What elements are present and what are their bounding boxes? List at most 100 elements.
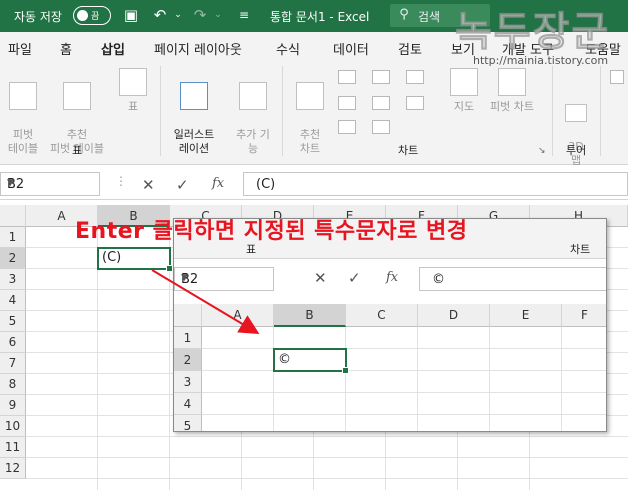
row-header-2[interactable]: 2 (0, 248, 26, 269)
pivot-table-button[interactable]: 피벗 테이블 (3, 68, 43, 156)
column-chart-icon[interactable] (338, 70, 356, 84)
tab-review[interactable]: 검토 (398, 39, 422, 58)
search-placeholder: 검색 (418, 10, 441, 24)
row-header-4[interactable]: 4 (0, 290, 26, 311)
inset-group-label-charts: 차트 (570, 243, 591, 256)
recommended-pivot-icon (63, 82, 91, 110)
inset-cell-b2[interactable]: © (273, 348, 349, 374)
cell-b2-value: (C) (102, 250, 122, 265)
dialog-launcher-icon[interactable]: ↘ (538, 146, 546, 156)
line-chart-icon[interactable] (338, 96, 356, 110)
row-header-1[interactable]: 1 (0, 227, 26, 248)
tab-data[interactable]: 데이터 (333, 39, 369, 58)
3d-map-icon (565, 104, 587, 122)
group-label-tours: 투어 (566, 144, 587, 157)
search-icon: ⚲ (399, 7, 409, 22)
tab-insert[interactable]: 삽입 (101, 39, 125, 64)
document-title: 통합 문서1 - Excel (270, 10, 370, 24)
inset-column-header-c[interactable]: C (346, 304, 418, 327)
inset-row-header-1[interactable]: 1 (174, 327, 202, 349)
formula-input[interactable]: (C) (243, 172, 628, 196)
tab-home[interactable]: 홈 (60, 39, 72, 58)
scatter-chart-icon[interactable] (406, 70, 424, 84)
ribbon-separator (282, 66, 283, 156)
row-header-11[interactable]: 11 (0, 437, 26, 458)
table-label: 표 (127, 100, 139, 113)
ribbon-separator (600, 66, 601, 156)
redo-dropdown-icon[interactable]: ⌄ (210, 7, 226, 23)
inset-enter-check-icon[interactable]: ✓ (348, 269, 361, 287)
inset-grid: A B C D E F 1 2 3 4 5 © (174, 304, 606, 431)
pie-chart-icon[interactable] (338, 120, 356, 134)
table-icon (119, 68, 147, 96)
watermark: 녹두장군 http://mainia.tistory.com (454, 2, 625, 77)
autosave-state: 끔 (91, 12, 100, 22)
inset-column-header-d[interactable]: D (418, 304, 490, 327)
formula-bar: B2 ▼ ⋮ ✕ ✓ fx (C) (0, 168, 628, 200)
inset-column-header-b[interactable]: B (274, 304, 346, 327)
table-button[interactable]: 표 (115, 68, 151, 114)
cell-b2[interactable]: (C) (97, 247, 173, 272)
row-header-7[interactable]: 7 (0, 353, 26, 374)
tab-formulas[interactable]: 수식 (276, 39, 300, 58)
customize-qat-icon[interactable]: ≡ (236, 7, 252, 23)
inset-column-header-f[interactable]: F (562, 304, 606, 327)
formula-bar-grip-icon: ⋮ (115, 174, 127, 188)
tab-page-layout[interactable]: 페이지 레이아웃 (154, 39, 242, 58)
row-header-5[interactable]: 5 (0, 311, 26, 332)
watermark-url: http://mainia.tistory.com (473, 54, 609, 67)
row-header-8[interactable]: 8 (0, 374, 26, 395)
row-header-12[interactable]: 12 (0, 458, 26, 479)
pivot-chart-label: 피벗 차트 (490, 100, 534, 113)
waterfall-chart-icon[interactable] (372, 120, 390, 134)
inset-screenshot: 표 차트 B2 ▼ ✕ ✓ fx © A B C D E F 1 2 3 4 5 (173, 218, 607, 432)
recommended-charts-label: 추천 차트 (299, 128, 321, 155)
addins-button[interactable]: 추가 기 능 (230, 68, 276, 156)
inset-select-all-corner[interactable] (174, 304, 202, 327)
inset-row-header-4[interactable]: 4 (174, 393, 202, 415)
cancel-icon[interactable]: ✕ (142, 176, 155, 194)
hierarchy-chart-icon[interactable] (372, 70, 390, 84)
redo-icon[interactable]: ↷ (192, 7, 208, 23)
undo-icon[interactable]: ↶ (152, 7, 168, 23)
statistic-chart-icon[interactable] (372, 96, 390, 110)
autosave-label: 자동 저장 (14, 10, 62, 24)
illustrations-button[interactable]: 일러스트 레이션 (165, 68, 223, 156)
inset-name-box[interactable]: B2 ▼ (174, 267, 274, 291)
pivot-table-icon (9, 82, 37, 110)
map-label: 지도 (453, 100, 475, 113)
inset-formula-input-value: © (432, 272, 445, 287)
illustrations-icon (180, 82, 208, 110)
row-header-3[interactable]: 3 (0, 269, 26, 290)
formula-input-value: (C) (256, 177, 276, 192)
inset-column-header-a[interactable]: A (202, 304, 274, 327)
enter-check-icon[interactable]: ✓ (176, 176, 189, 194)
row-header-6[interactable]: 6 (0, 332, 26, 353)
inset-row-header-2[interactable]: 2 (174, 349, 202, 371)
insert-function-icon[interactable]: fx (212, 176, 224, 191)
row-header-9[interactable]: 9 (0, 395, 26, 416)
autosave-toggle[interactable]: 끔 (73, 6, 111, 25)
select-all-corner[interactable] (0, 205, 26, 227)
annotation-text: Enter 클릭하면 지정된 특수문자로 변경 (75, 219, 468, 244)
save-icon[interactable]: ▣ (123, 7, 139, 23)
inset-insert-function-icon[interactable]: fx (386, 270, 398, 285)
ribbon-separator (552, 66, 553, 156)
inset-column-header-e[interactable]: E (490, 304, 562, 327)
recommended-charts-icon (296, 82, 324, 110)
ribbon-separator (160, 66, 161, 156)
chevron-down-icon: ▼ (7, 178, 14, 188)
undo-dropdown-icon[interactable]: ⌄ (170, 7, 186, 23)
group-label-charts: 차트 (398, 144, 419, 157)
inset-formula-input[interactable]: © (419, 267, 606, 291)
row-header-10[interactable]: 10 (0, 416, 26, 437)
tab-file[interactable]: 파일 (8, 39, 32, 58)
inset-cell-b2-value: © (278, 352, 291, 367)
recommended-charts-button[interactable]: 추천 차트 (290, 68, 330, 156)
inset-row-header-5[interactable]: 5 (174, 415, 202, 431)
combo-chart-icon[interactable] (406, 96, 424, 110)
inset-cancel-icon[interactable]: ✕ (314, 269, 327, 287)
inset-row-header-3[interactable]: 3 (174, 371, 202, 393)
name-box[interactable]: B2 ▼ (0, 172, 100, 196)
addins-icon (239, 82, 267, 110)
